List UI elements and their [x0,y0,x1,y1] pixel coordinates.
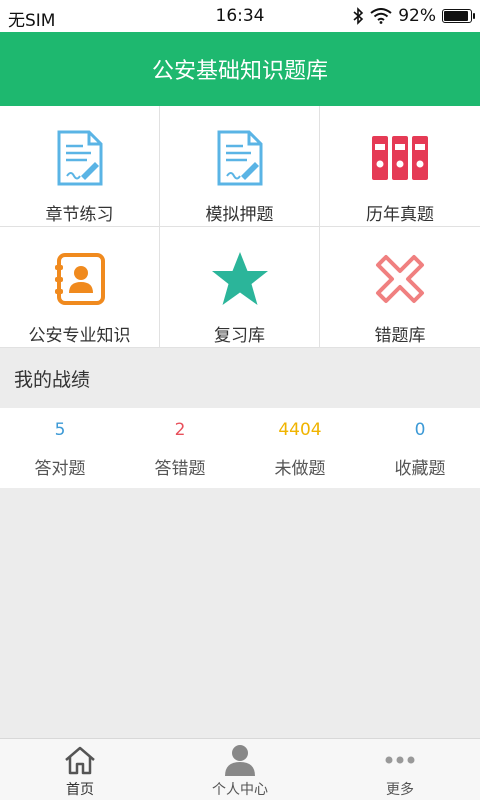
tab-profile[interactable]: 个人中心 [160,739,320,800]
menu-label: 复习库 [214,326,265,346]
bluetooth-icon [353,7,364,25]
menu-past-exams[interactable]: 历年真题 [320,106,480,227]
stat-value: 5 [54,420,66,440]
stats-section-title: 我的战绩 [0,348,480,408]
menu-mock-questions[interactable]: 模拟押题 [160,106,320,227]
stat-wrong[interactable]: 2 答错题 [120,408,240,488]
stat-label: 未做题 [274,459,326,479]
battery-percent: 92% [398,6,436,26]
wifi-icon [370,8,392,24]
stat-value: 2 [174,420,186,440]
tab-home[interactable]: 首页 [0,739,160,800]
cross-icon [368,247,432,311]
stat-label: 答错题 [154,459,206,479]
tab-label: 个人中心 [212,782,268,798]
document-pen-icon [208,126,272,190]
home-icon [63,743,97,777]
binders-icon [368,126,432,190]
bottom-tab-bar: 首页 个人中心 更多 [0,738,480,800]
star-icon [208,247,272,311]
menu-chapter-practice[interactable]: 章节练习 [0,106,160,227]
more-icon [383,743,417,777]
page-title: 公安基础知识题库 [151,59,328,84]
stat-value: 4404 [278,420,322,440]
stat-undone[interactable]: 4404 未做题 [240,408,360,488]
stat-value: 0 [414,420,426,440]
stat-label: 收藏题 [394,459,446,479]
status-bar: 无SIM 16:34 92% [0,0,480,32]
menu-label: 错题库 [374,326,426,346]
tab-more[interactable]: 更多 [320,739,480,800]
stat-label: 答对题 [34,459,86,479]
battery-icon [442,9,475,23]
menu-review-bank[interactable]: 复习库 [160,227,320,348]
menu-label: 公安专业知识 [28,326,131,346]
tab-label: 更多 [386,782,414,798]
menu-label: 模拟押题 [205,205,274,225]
contact-book-icon [48,247,112,311]
stat-correct[interactable]: 5 答对题 [0,408,120,488]
menu-label: 历年真题 [366,205,434,225]
status-indicators: 92% [352,6,475,26]
menu-grid: 章节练习 模拟押题 历年真题 公安专业知识 复习库 错题库 [0,106,480,348]
menu-wrong-bank[interactable]: 错题库 [320,227,480,348]
stat-favorites[interactable]: 0 收藏题 [360,408,480,488]
person-icon [223,743,257,777]
stats-panel: 5 答对题 2 答错题 4404 未做题 0 收藏题 [0,408,480,488]
app-header: 公安基础知识题库 [0,32,480,106]
menu-label: 章节练习 [45,205,114,225]
document-pen-icon [48,126,112,190]
tab-label: 首页 [66,782,94,798]
menu-police-knowledge[interactable]: 公安专业知识 [0,227,160,348]
